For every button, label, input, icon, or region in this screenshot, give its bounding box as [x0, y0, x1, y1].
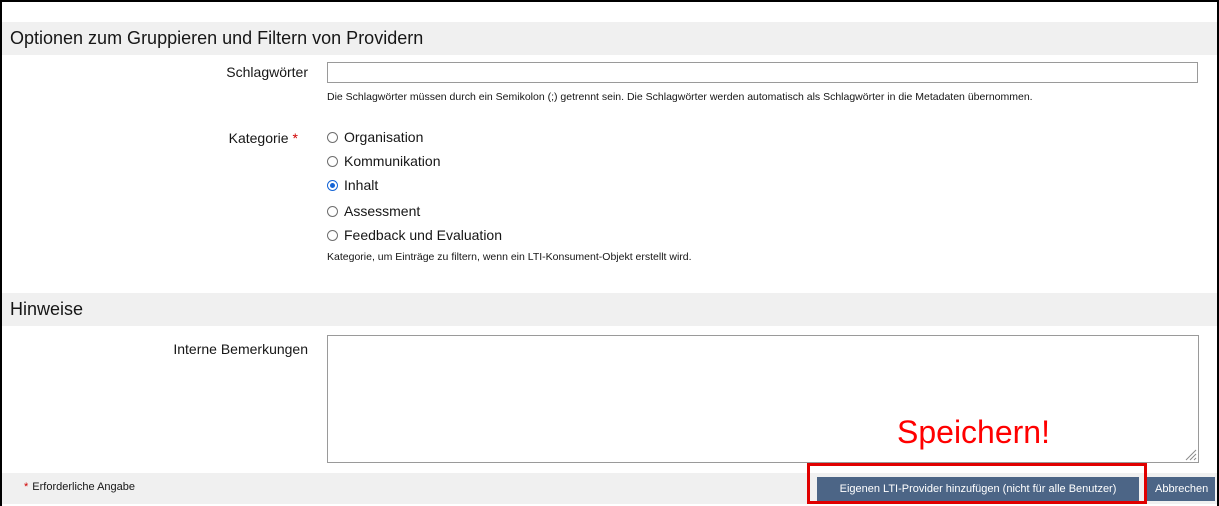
radio-label: Assessment: [344, 203, 421, 219]
section-header-notes: Hinweise: [2, 293, 1217, 326]
radio-button[interactable]: [327, 155, 338, 167]
radio-option-feedback[interactable]: Feedback und Evaluation: [327, 225, 502, 245]
annotation-speichern: Speichern!: [897, 414, 1050, 450]
highlight-box: [807, 463, 1147, 504]
category-help-text: Kategorie, um Einträge zu filtern, wenn …: [327, 251, 692, 263]
radio-option-inhalt[interactable]: Inhalt: [327, 175, 378, 195]
radio-label: Inhalt: [344, 177, 379, 193]
internal-notes-textarea[interactable]: [327, 335, 1199, 463]
radio-button[interactable]: [327, 131, 338, 143]
keywords-help-text: Die Schlagwörter müssen durch ein Semiko…: [327, 91, 1033, 103]
radio-button[interactable]: [327, 205, 338, 217]
radio-option-kommunikation[interactable]: Kommunikation: [327, 151, 441, 171]
required-note: * Erforderliche Angabe: [24, 481, 135, 493]
cancel-button[interactable]: Abbrechen: [1147, 477, 1215, 501]
radio-label: Feedback und Evaluation: [344, 227, 502, 243]
category-label: Kategorie *: [150, 130, 298, 146]
required-note-text: Erforderliche Angabe: [32, 481, 136, 493]
required-star: *: [24, 481, 29, 493]
keywords-input[interactable]: [327, 62, 1198, 83]
resize-grip-icon[interactable]: [1183, 447, 1197, 461]
category-label-text: Kategorie: [228, 130, 289, 146]
radio-button[interactable]: [327, 229, 338, 241]
internal-notes-label: Interne Bemerkungen: [173, 341, 308, 357]
required-star: *: [292, 130, 298, 146]
radio-label: Kommunikation: [344, 153, 441, 169]
radio-button-selected[interactable]: [327, 179, 338, 191]
section-header-filter: Optionen zum Gruppieren und Filtern von …: [2, 22, 1217, 55]
radio-label: Organisation: [344, 129, 424, 145]
keywords-label: Schlagwörter: [226, 64, 308, 80]
radio-option-assessment[interactable]: Assessment: [327, 201, 420, 221]
radio-option-organisation[interactable]: Organisation: [327, 127, 423, 147]
